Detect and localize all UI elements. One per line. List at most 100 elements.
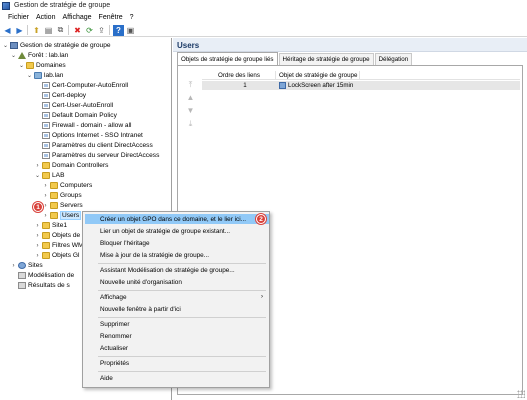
- forest-icon: [18, 52, 26, 59]
- help-icon[interactable]: ?: [113, 24, 124, 36]
- collapse-chevron-icon[interactable]: ⌄: [10, 52, 17, 59]
- menu-item-link-existing-gpo[interactable]: Lier un objet de stratégie de groupe exi…: [85, 226, 269, 236]
- step-badge-1: 1: [33, 202, 43, 212]
- folder-icon: [42, 232, 50, 239]
- tree-label: Forêt : lab.lan: [28, 52, 69, 59]
- tree-node-domain[interactable]: ⌄ lab.lan: [26, 71, 63, 80]
- menu-item-create-gpo-link[interactable]: Créer un objet GPO dans ce domaine, et l…: [85, 214, 269, 224]
- tree-node-domain-controllers[interactable]: › Domain Controllers: [34, 161, 108, 170]
- tree-node-gpo-objects[interactable]: › Objets de: [34, 231, 80, 240]
- export-icon[interactable]: ⇪: [96, 25, 107, 36]
- gpo-link-icon: [42, 112, 50, 119]
- expand-chevron-icon[interactable]: ›: [42, 192, 49, 199]
- tree-node-users[interactable]: › Users: [42, 211, 82, 220]
- link-order-controls: ⤒ ▲ ▼ ⤓: [186, 80, 196, 132]
- expand-chevron-icon[interactable]: ›: [34, 252, 41, 259]
- tree-node-root[interactable]: ⌄ Gestion de stratégie de groupe: [2, 41, 111, 50]
- tree-node-groups[interactable]: › Groups: [42, 191, 82, 200]
- menu-item-modeling-wizard[interactable]: Assistant Modélisation de stratégie de g…: [85, 265, 269, 275]
- tree-node-gpo-link[interactable]: Default Domain Policy: [42, 111, 117, 120]
- tree-label: Computers: [60, 182, 93, 189]
- tree-label: Firewall - domain - allow all: [52, 122, 132, 129]
- resize-grip-icon[interactable]: [517, 390, 525, 398]
- ou-folder-icon: [42, 162, 50, 169]
- menu-item-gpupdate[interactable]: Mise à jour de la stratégie de groupe...: [85, 250, 269, 260]
- menu-action[interactable]: Action: [36, 14, 55, 21]
- refresh-icon[interactable]: ⟳: [84, 25, 95, 36]
- ou-folder-icon: [50, 212, 58, 219]
- tree-node-gpo-link[interactable]: Firewall - domain - allow all: [42, 121, 132, 130]
- window-title: Gestion de stratégie de groupe: [14, 2, 111, 9]
- tree-node-modeling[interactable]: Modélisation de: [18, 271, 74, 280]
- menu-item-properties[interactable]: Propriétés: [85, 358, 269, 368]
- context-menu: Créer un objet GPO dans ce domaine, et l…: [82, 211, 270, 388]
- expand-chevron-icon[interactable]: ›: [34, 232, 41, 239]
- tree-node-gpo-link[interactable]: Paramètres du serveur DirectAccess: [42, 151, 159, 160]
- tree-label: Cert-deploy: [52, 92, 87, 99]
- tree-node-lab[interactable]: ⌄ LAB: [34, 171, 64, 180]
- tree-node-gpo-link[interactable]: Paramètres du client DirectAccess: [42, 141, 153, 150]
- move-down-icon[interactable]: ▼: [186, 106, 195, 115]
- ou-folder-icon: [50, 182, 58, 189]
- menu-affichage[interactable]: Affichage: [62, 14, 91, 21]
- menu-item-help[interactable]: Aide: [85, 373, 269, 383]
- show-tree-icon[interactable]: ▤: [43, 25, 54, 36]
- tree-node-site1[interactable]: › Site1: [34, 221, 67, 230]
- step-badge-2: 2: [256, 214, 266, 224]
- tree-label: Groups: [60, 192, 82, 199]
- move-bottom-icon[interactable]: ⤓: [186, 119, 195, 128]
- collapse-chevron-icon[interactable]: ⌄: [34, 172, 41, 179]
- console-icon[interactable]: ▣: [125, 25, 136, 36]
- tree-node-servers[interactable]: › Servers: [42, 201, 83, 210]
- tab-gpo-inheritance[interactable]: Héritage de stratégie de groupe: [278, 53, 374, 65]
- expand-chevron-icon[interactable]: ›: [42, 212, 49, 219]
- menu-fenetre[interactable]: Fenêtre: [99, 14, 123, 21]
- folder-up-icon[interactable]: ⬆: [31, 25, 42, 36]
- menu-fichier[interactable]: Fichier: [8, 14, 29, 21]
- back-arrow-icon[interactable]: ◀: [2, 25, 13, 36]
- menu-help[interactable]: ?: [130, 14, 134, 21]
- menu-item-rename[interactable]: Renommer: [85, 331, 269, 341]
- forward-arrow-icon[interactable]: ▶: [14, 25, 25, 36]
- move-up-icon[interactable]: ▲: [186, 93, 195, 102]
- tree-node-gpo-link[interactable]: Cert-Computer-AutoEnroll: [42, 81, 128, 90]
- tree-node-starter-gpos[interactable]: › Objets Gl: [34, 251, 79, 260]
- collapse-chevron-icon[interactable]: ⌄: [26, 72, 33, 79]
- tree-node-gpo-link[interactable]: Options Internet - SSO Intranet: [42, 131, 143, 140]
- tree-node-forest[interactable]: ⌄ Forêt : lab.lan: [10, 51, 68, 60]
- expand-chevron-icon[interactable]: ›: [42, 202, 49, 209]
- menu-item-new-ou[interactable]: Nouvelle unité d'organisation: [85, 277, 269, 287]
- menu-item-refresh[interactable]: Actualiser: [85, 343, 269, 353]
- tree-node-gpo-link[interactable]: Cert-User-AutoEnroll: [42, 101, 113, 110]
- delete-icon[interactable]: ✖: [72, 25, 83, 36]
- expand-chevron-icon[interactable]: ›: [42, 182, 49, 189]
- expand-chevron-icon[interactable]: ›: [34, 222, 41, 229]
- expand-chevron-icon[interactable]: ›: [34, 242, 41, 249]
- tab-linked-gpos[interactable]: Objets de stratégie de groupe liés: [177, 52, 278, 65]
- expand-chevron-icon[interactable]: ›: [34, 162, 41, 169]
- tab-delegation[interactable]: Délégation: [374, 53, 413, 65]
- menu-separator: [98, 371, 266, 372]
- tree-node-gpo-link[interactable]: Cert-deploy: [42, 91, 86, 100]
- menu-item-delete[interactable]: Supprimer: [85, 319, 269, 329]
- copy-icon[interactable]: ⧉: [55, 25, 66, 36]
- collapse-chevron-icon[interactable]: ⌄: [18, 62, 25, 69]
- column-header-link-order[interactable]: Ordre des liens: [202, 71, 276, 79]
- tree-node-sites[interactable]: › Sites: [10, 261, 43, 270]
- expand-chevron-icon[interactable]: ›: [10, 262, 17, 269]
- tree-node-wmi-filters[interactable]: › Filtres WM: [34, 241, 84, 250]
- tree-node-domains[interactable]: ⌄ Domaines: [18, 61, 66, 70]
- tree-node-results[interactable]: Résultats de s: [18, 281, 70, 290]
- menu-item-new-window[interactable]: Nouvelle fenêtre à partir d'ici: [85, 304, 269, 314]
- menu-item-block-inheritance[interactable]: Bloquer l'héritage: [85, 238, 269, 248]
- collapse-chevron-icon[interactable]: ⌄: [2, 42, 9, 49]
- column-header-gpo[interactable]: Objet de stratégie de groupe: [276, 71, 360, 79]
- move-top-icon[interactable]: ⤒: [186, 80, 195, 89]
- folder-icon: [26, 62, 34, 69]
- tree-node-computers[interactable]: › Computers: [42, 181, 92, 190]
- tree-label: lab.lan: [44, 72, 64, 79]
- table-row[interactable]: 1 LockScreen after 15min: [202, 81, 520, 90]
- modeling-icon: [18, 272, 26, 279]
- menu-item-view[interactable]: Affichage ›: [85, 292, 269, 302]
- ou-folder-icon: [50, 192, 58, 199]
